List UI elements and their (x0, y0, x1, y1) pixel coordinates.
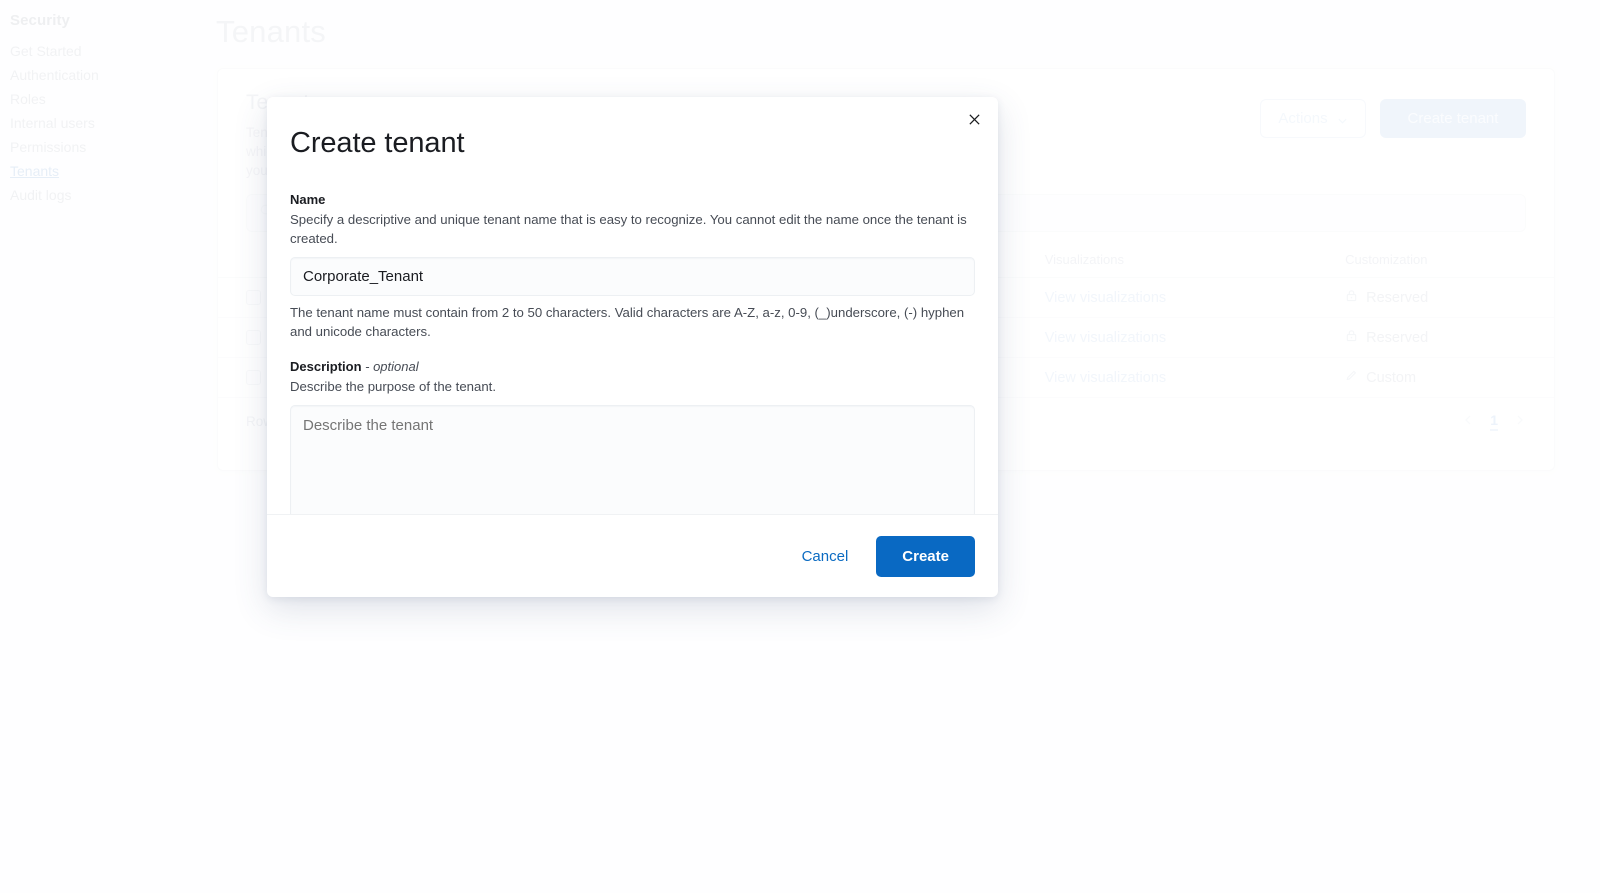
description-label-text: Description (290, 359, 362, 374)
create-button[interactable]: Create (876, 535, 975, 577)
tenant-name-input[interactable] (290, 257, 975, 296)
tenant-description-textarea[interactable] (290, 405, 975, 514)
name-field-label: Name (290, 192, 326, 207)
close-icon[interactable] (960, 105, 988, 133)
name-field-note: The tenant name must contain from 2 to 5… (290, 305, 965, 339)
modal-body: Create tenant Name Specify a descriptive… (267, 97, 998, 514)
field-spacer (290, 341, 975, 359)
description-field-help: Describe the purpose of the tenant. (290, 379, 497, 394)
description-textarea-wrapper (290, 405, 975, 514)
modal-title: Create tenant (290, 127, 465, 159)
description-field-label: Description - optional (290, 359, 975, 374)
create-tenant-modal: Create tenant Name Specify a descriptive… (267, 97, 998, 597)
name-field-help: Specify a descriptive and unique tenant … (290, 212, 967, 246)
modal-footer: Cancel Create (267, 514, 998, 597)
description-optional-text: - optional (365, 359, 419, 374)
cancel-button[interactable]: Cancel (784, 538, 867, 575)
app-window: Security Get Started Authentication Role… (0, 0, 1600, 893)
